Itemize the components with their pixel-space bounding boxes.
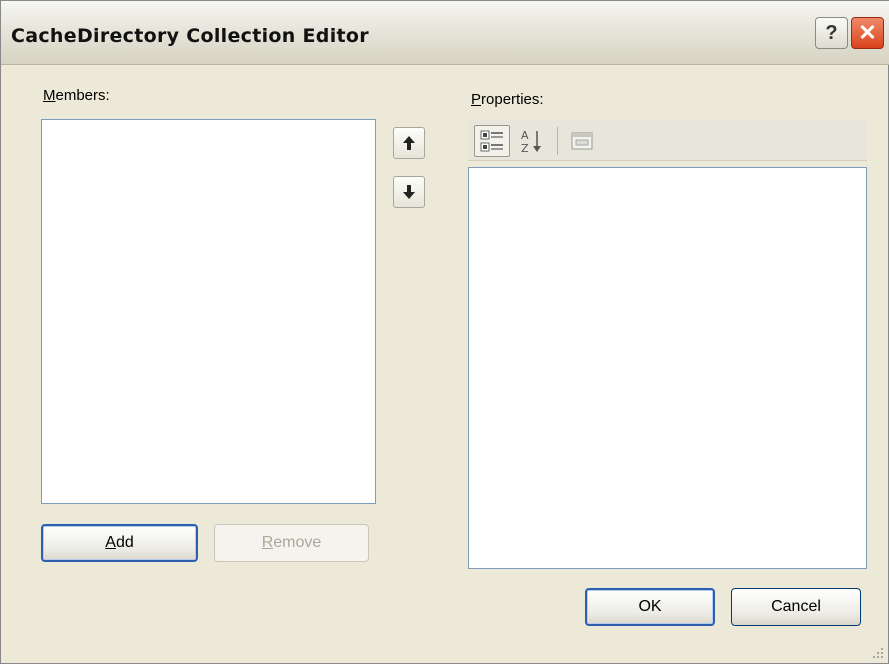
remove-button[interactable]: Remove [214, 524, 369, 562]
help-button[interactable]: ? [815, 17, 848, 49]
help-icon: ? [825, 21, 838, 44]
move-up-button[interactable] [393, 127, 425, 159]
ok-button[interactable]: OK [585, 588, 715, 626]
close-button[interactable]: ✕ [851, 17, 884, 49]
resize-grip-icon[interactable] [872, 647, 884, 659]
arrow-down-icon [403, 185, 415, 199]
toolbar-separator [557, 127, 558, 155]
properties-toolbar: A Z [468, 119, 867, 161]
properties-label: Properties: [471, 91, 544, 108]
arrow-up-icon [403, 136, 415, 150]
property-pages-button[interactable] [564, 125, 600, 157]
members-label: Members: [43, 87, 110, 104]
property-pages-icon [571, 132, 593, 150]
svg-text:Z: Z [521, 142, 529, 155]
alphabetical-sort-icon: A Z [521, 129, 541, 155]
window-title: CacheDirectory Collection Editor [11, 25, 369, 47]
collection-editor-dialog: CacheDirectory Collection Editor ? ✕ Mem… [0, 0, 889, 664]
close-icon: ✕ [858, 20, 877, 45]
categorized-icon [480, 130, 503, 152]
title-bar[interactable]: CacheDirectory Collection Editor ? ✕ [1, 1, 889, 65]
members-list[interactable] [41, 119, 376, 504]
move-down-button[interactable] [393, 176, 425, 208]
property-grid[interactable] [468, 167, 867, 569]
categorized-button[interactable] [474, 125, 510, 157]
alphabetical-sort-button[interactable]: A Z [514, 125, 550, 157]
svg-text:A: A [521, 129, 529, 142]
add-button[interactable]: Add [41, 524, 198, 562]
cancel-button[interactable]: Cancel [731, 588, 861, 626]
